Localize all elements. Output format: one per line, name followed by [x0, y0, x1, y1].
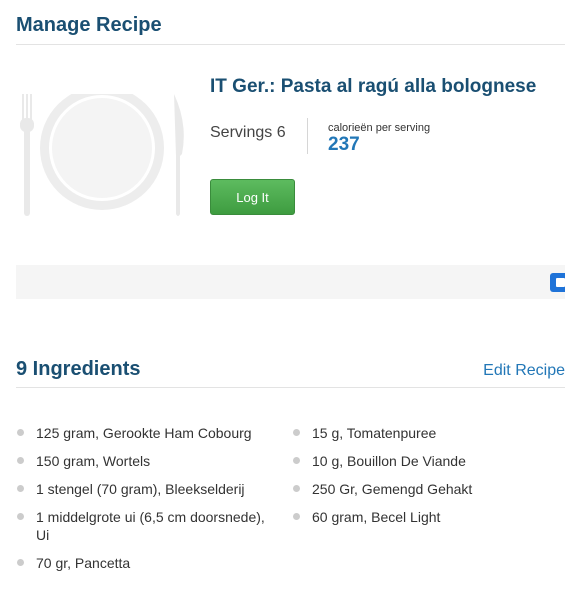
- list-item: 250 Gr, Gemengd Gehakt: [292, 480, 554, 498]
- ingredient-text: 1 stengel (70 gram), Bleekselderij: [36, 481, 245, 497]
- ingredients-left-column: 125 gram, Gerookte Ham Cobourg 150 gram,…: [16, 424, 278, 582]
- list-item: 70 gr, Pancetta: [16, 554, 278, 572]
- ingredient-text: 1 middelgrote ui (6,5 cm doorsnede), Ui: [36, 509, 265, 543]
- ingredients-right-column: 15 g, Tomatenpuree 10 g, Bouillon De Via…: [292, 424, 554, 536]
- ingredients-divider: [16, 387, 565, 388]
- bullet-icon: [17, 485, 24, 492]
- bullet-icon: [17, 559, 24, 566]
- list-item: 1 middelgrote ui (6,5 cm doorsnede), Ui: [16, 508, 278, 544]
- page-title: Manage Recipe: [16, 14, 162, 36]
- side-tab-icon[interactable]: [550, 273, 565, 292]
- ingredient-text: 150 gram, Wortels: [36, 453, 151, 469]
- gray-banner-bar: [16, 265, 565, 299]
- ingredient-text: 60 gram, Becel Light: [312, 509, 441, 525]
- title-divider: [16, 44, 565, 45]
- servings-divider: [307, 118, 308, 154]
- recipe-name: IT Ger.: Pasta al ragú alla bolognese: [210, 76, 537, 97]
- ingredient-text: 250 Gr, Gemengd Gehakt: [312, 481, 473, 497]
- ingredient-text: 10 g, Bouillon De Viande: [312, 453, 466, 469]
- bullet-icon: [293, 513, 300, 520]
- bullet-icon: [293, 457, 300, 464]
- plate-fork-knife-icon: [20, 94, 184, 216]
- calories-value: 237: [328, 134, 360, 155]
- ingredient-text: 70 gr, Pancetta: [36, 555, 131, 571]
- calories-label: calorieën per serving: [328, 122, 431, 134]
- ingredient-text: 15 g, Tomatenpuree: [312, 425, 437, 441]
- servings-text: Servings 6: [210, 124, 286, 141]
- log-it-button[interactable]: Log It: [210, 179, 295, 215]
- bullet-icon: [293, 429, 300, 436]
- list-item: 125 gram, Gerookte Ham Cobourg: [16, 424, 278, 442]
- ingredients-heading: 9 Ingredients: [16, 358, 141, 380]
- bullet-icon: [17, 457, 24, 464]
- bullet-icon: [293, 485, 300, 492]
- list-item: 15 g, Tomatenpuree: [292, 424, 554, 442]
- list-item: 10 g, Bouillon De Viande: [292, 452, 554, 470]
- list-item: 150 gram, Wortels: [16, 452, 278, 470]
- ingredient-text: 125 gram, Gerookte Ham Cobourg: [36, 425, 252, 441]
- list-item: 1 stengel (70 gram), Bleekselderij: [16, 480, 278, 498]
- bullet-icon: [17, 513, 24, 520]
- bullet-icon: [17, 429, 24, 436]
- edit-recipe-link[interactable]: Edit Recipe: [483, 362, 565, 380]
- list-item: 60 gram, Becel Light: [292, 508, 554, 526]
